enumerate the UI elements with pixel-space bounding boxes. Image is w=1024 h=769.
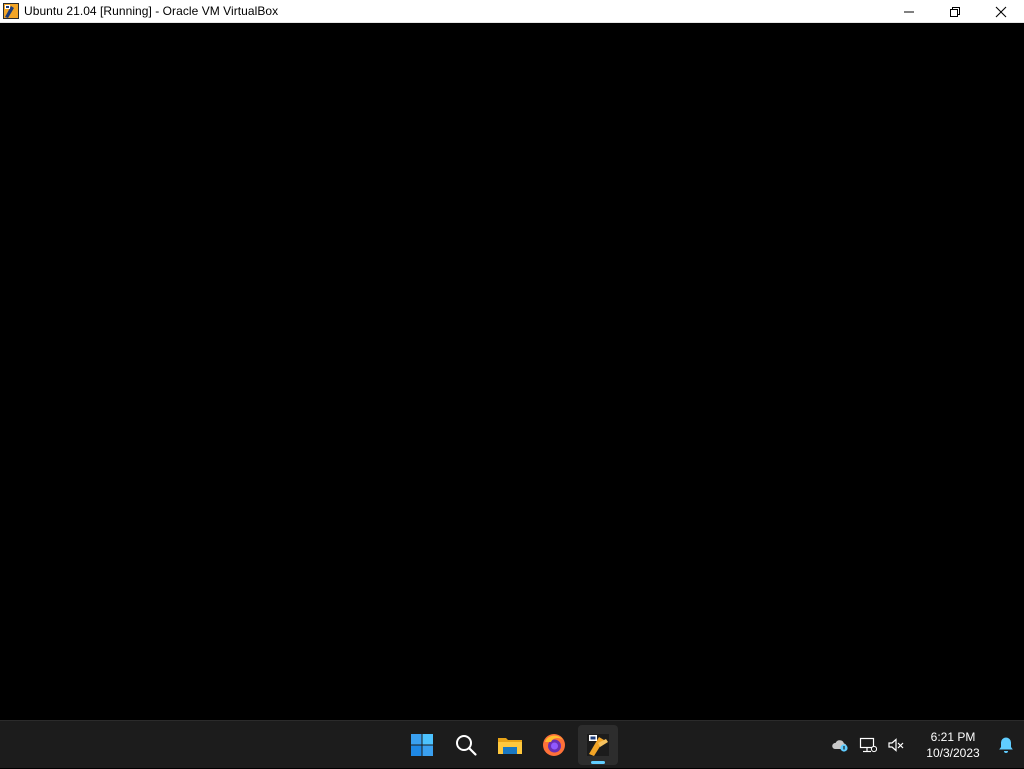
restore-icon xyxy=(950,6,960,17)
firefox-button[interactable] xyxy=(534,725,574,765)
virtualbox-icon xyxy=(587,734,609,756)
restore-button[interactable] xyxy=(932,0,978,23)
bell-icon xyxy=(999,737,1013,753)
windows-logo-icon xyxy=(411,734,433,756)
onedrive-cloud-icon xyxy=(832,740,848,752)
file-explorer-button[interactable] xyxy=(490,725,530,765)
taskbar-clock[interactable]: 6:21 PM 10/3/2023 xyxy=(918,725,988,765)
firefox-icon xyxy=(543,734,565,756)
window-controls xyxy=(886,0,1024,23)
taskbar-apps xyxy=(402,721,618,769)
window-title: Ubuntu 21.04 [Running] - Oracle VM Virtu… xyxy=(24,4,279,18)
network-tray-button[interactable] xyxy=(854,725,882,765)
folder-icon xyxy=(498,738,522,754)
onedrive-tray-button[interactable] xyxy=(826,725,854,765)
close-icon xyxy=(995,6,1007,17)
virtualbox-icon xyxy=(3,3,19,19)
minimize-button[interactable] xyxy=(886,0,932,23)
vm-display[interactable] xyxy=(0,23,1024,720)
notification-button[interactable] xyxy=(990,725,1022,765)
volume-muted-icon xyxy=(888,738,904,752)
search-button[interactable] xyxy=(446,725,486,765)
start-button[interactable] xyxy=(402,725,442,765)
virtualbox-taskbar-button[interactable] xyxy=(578,725,618,765)
network-icon xyxy=(859,737,877,753)
minimize-icon xyxy=(904,11,914,12)
clock-time: 6:21 PM xyxy=(930,730,976,744)
search-icon xyxy=(456,735,477,756)
active-app-indicator xyxy=(591,761,605,764)
clock-date: 10/3/2023 xyxy=(926,746,980,760)
system-tray: 6:21 PM 10/3/2023 xyxy=(826,721,1024,769)
volume-tray-button[interactable] xyxy=(882,725,910,765)
window-titlebar[interactable]: Ubuntu 21.04 [Running] - Oracle VM Virtu… xyxy=(0,0,1024,23)
close-button[interactable] xyxy=(978,0,1024,23)
taskbar: 6:21 PM 10/3/2023 xyxy=(0,720,1024,768)
